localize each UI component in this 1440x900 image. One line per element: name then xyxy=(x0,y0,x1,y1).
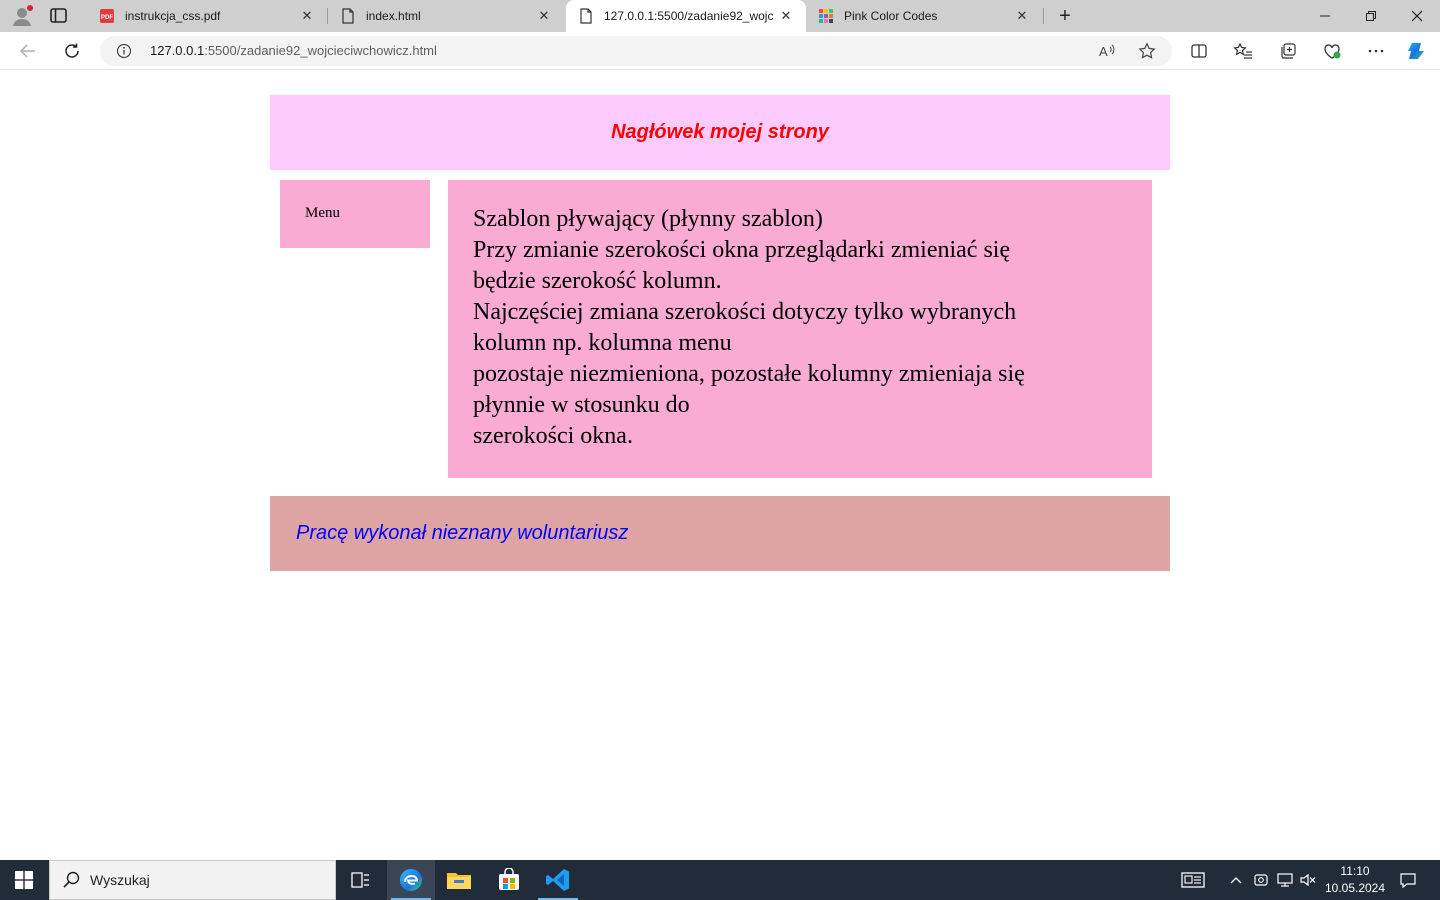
tab-close-icon[interactable]: ✕ xyxy=(532,4,556,28)
tab-title: Pink Color Codes xyxy=(844,9,938,23)
content-column: Szablon pływający (płynny szablon) Przy … xyxy=(448,180,1152,478)
more-options-icon[interactable] xyxy=(1365,40,1387,62)
copilot-icon[interactable] xyxy=(1406,40,1428,62)
browser-essentials-icon[interactable] xyxy=(1321,40,1343,62)
edge-browser-icon[interactable] xyxy=(387,860,435,900)
chevron-up-icon[interactable] xyxy=(1226,860,1246,900)
tab-title: index.html xyxy=(366,9,421,23)
tab-instrukcja-css[interactable]: PDF instrukcja_css.pdf ✕ xyxy=(87,0,327,32)
profile-avatar-icon[interactable] xyxy=(10,4,34,28)
volume-muted-icon[interactable] xyxy=(1297,860,1319,900)
site-info-icon[interactable] xyxy=(116,43,132,59)
camera-icon[interactable] xyxy=(1251,860,1271,900)
content-line: Szablon pływający (płynny szablon) xyxy=(473,206,823,232)
reload-icon[interactable] xyxy=(60,39,84,63)
tab-close-icon[interactable]: ✕ xyxy=(1010,4,1034,28)
address-bar[interactable]: 127.0.0.1:5500/zadanie92_wojcieciwchowic… xyxy=(100,36,1172,66)
menu-column: Menu xyxy=(280,180,430,248)
site-footer: Pracę wykonał nieznany woluntariusz xyxy=(270,496,1170,571)
split-screen-icon[interactable] xyxy=(1188,40,1210,62)
pdf-icon: PDF xyxy=(99,8,115,24)
tab-actions-icon[interactable] xyxy=(48,6,70,26)
tab-divider xyxy=(1043,8,1044,24)
svg-text:A: A xyxy=(1099,44,1108,59)
close-window-icon[interactable] xyxy=(1394,0,1440,32)
address-url[interactable]: 127.0.0.1:5500/zadanie92_wojcieciwchowic… xyxy=(150,43,437,58)
clock-date: 10.05.2024 xyxy=(1324,881,1386,895)
site-header: Nagłówek mojej strony xyxy=(270,95,1170,170)
read-aloud-icon[interactable]: A xyxy=(1097,41,1117,61)
taskbar-search-box[interactable]: Wyszukaj xyxy=(49,860,336,900)
windows-start-icon[interactable] xyxy=(0,860,48,900)
favorite-star-icon[interactable] xyxy=(1137,41,1157,61)
back-arrow-icon[interactable] xyxy=(16,39,40,63)
notification-center-icon[interactable] xyxy=(1394,860,1422,900)
content-line: pozostaje niezmieniona, pozostałe kolumn… xyxy=(473,361,1025,387)
tab-close-icon[interactable]: ✕ xyxy=(295,4,319,28)
page-container: Nagłówek mojej strony Menu Szablon pływa… xyxy=(270,95,1170,496)
network-icon[interactable] xyxy=(1274,860,1296,900)
columns-wrapper: Menu Szablon pływający (płynny szablon) … xyxy=(270,170,1170,496)
file-icon xyxy=(340,8,356,24)
content-line: będzie szerokość kolumn. xyxy=(473,268,722,294)
tab-index-html[interactable]: index.html ✕ xyxy=(328,0,564,32)
url-host: 127.0.0.1 xyxy=(150,43,205,58)
tab-pink-color-codes[interactable]: Pink Color Codes ✕ xyxy=(806,0,1042,32)
news-widget-icon[interactable] xyxy=(1178,860,1208,900)
color-grid-icon xyxy=(818,8,834,24)
vscode-icon[interactable] xyxy=(534,860,582,900)
tab-zadanie92-active[interactable]: 127.0.0.1:5500/zadanie92_wojcie ✕ xyxy=(566,0,806,32)
clock-time: 11:10 xyxy=(1340,864,1370,878)
minimize-icon[interactable] xyxy=(1302,0,1348,32)
url-path: :5500/zadanie92_wojcieciwchowicz.html xyxy=(204,43,437,58)
new-tab-plus-icon[interactable]: + xyxy=(1053,4,1077,28)
search-icon xyxy=(62,870,82,890)
windows-taskbar: Wyszukaj 11:10 10.05.2024 xyxy=(0,860,1440,900)
svg-text:PDF: PDF xyxy=(101,15,113,21)
system-clock[interactable]: 11:10 10.05.2024 xyxy=(1318,863,1392,897)
content-line: Przy zmianie szerokości okna przeglądark… xyxy=(473,237,1011,263)
collections-icon[interactable] xyxy=(1277,40,1299,62)
content-line: Najczęściej zmiana szerokości dotyczy ty… xyxy=(473,299,1017,325)
content-line: płynnie w stosunku do xyxy=(473,392,690,418)
task-view-icon[interactable] xyxy=(336,860,384,900)
favorites-list-icon[interactable] xyxy=(1232,40,1254,62)
restore-icon[interactable] xyxy=(1348,0,1394,32)
page-viewport: Nagłówek mojej strony Menu Szablon pływa… xyxy=(4,71,1436,856)
browser-tab-bar: PDF instrukcja_css.pdf ✕ index.html ✕ 12… xyxy=(0,0,1440,32)
tab-title: 127.0.0.1:5500/zadanie92_wojcie xyxy=(604,9,774,23)
file-explorer-icon[interactable] xyxy=(435,860,483,900)
tab-title: instrukcja_css.pdf xyxy=(125,9,221,23)
content-line: szerokości okna. xyxy=(473,423,633,449)
file-icon xyxy=(578,8,594,24)
browser-toolbar: 127.0.0.1:5500/zadanie92_wojcieciwchowic… xyxy=(0,32,1440,70)
content-line: kolumn np. kolumna menu xyxy=(473,330,732,356)
tab-close-icon[interactable]: ✕ xyxy=(774,4,798,28)
search-placeholder: Wyszukaj xyxy=(90,872,150,888)
microsoft-store-icon[interactable] xyxy=(485,860,533,900)
